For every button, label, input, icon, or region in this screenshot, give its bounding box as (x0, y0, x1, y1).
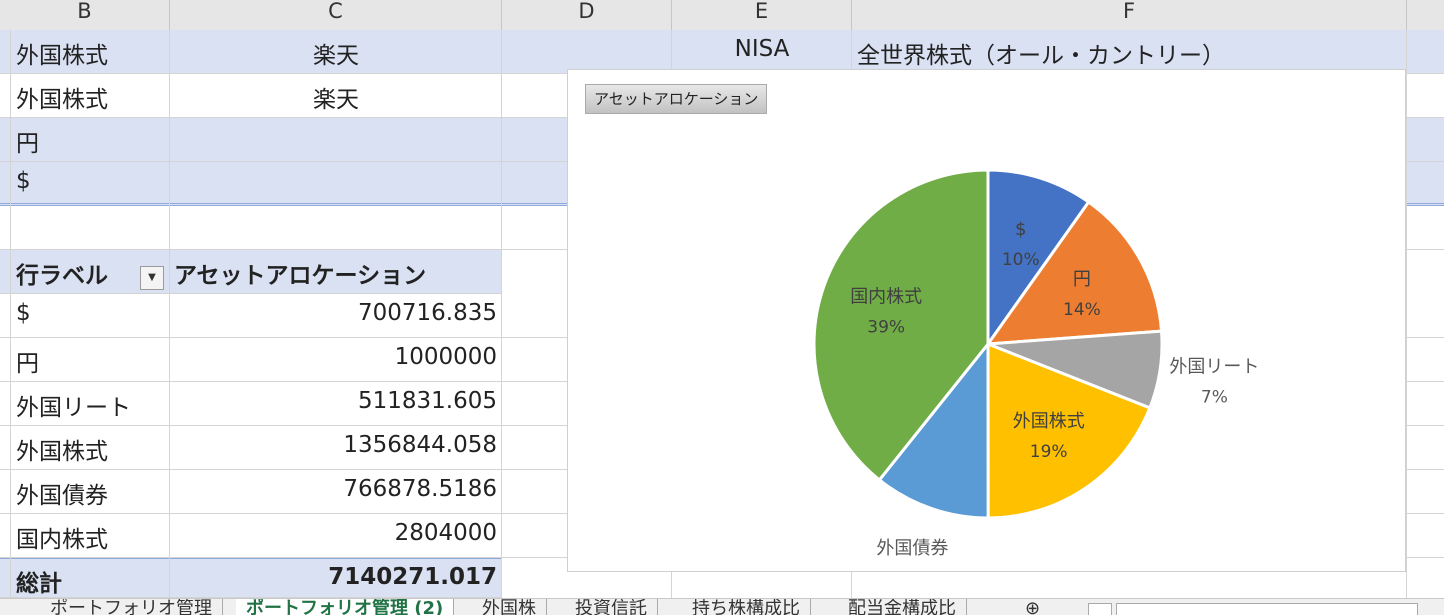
cell-e1[interactable]: NISA (672, 36, 852, 62)
sheet-tab-bar: ポートフォリオ管理 ポートフォリオ管理 (2) 外国株 投資信託 持ち株構成比 … (0, 598, 1444, 615)
pie-slice-percent: 7% (1201, 387, 1228, 407)
column-header-b[interactable]: B (0, 0, 170, 30)
pie-slice-label: 外国株式 (1013, 411, 1085, 432)
pivot-value[interactable]: 1356844.058 (170, 432, 497, 458)
pivot-value[interactable]: 1000000 (170, 344, 497, 370)
cell-c2[interactable]: 楽天 (170, 80, 502, 114)
sheet-tab[interactable]: 投資信託 (565, 599, 658, 615)
pivot-label[interactable]: 円 (16, 344, 39, 378)
pivot-value-header[interactable]: アセットアロケーション (174, 256, 426, 290)
sheet-tab[interactable]: 持ち株構成比 (682, 599, 811, 615)
cell-b2[interactable]: 外国株式 (16, 80, 108, 114)
add-sheet-icon[interactable]: ⊕ (1015, 599, 1050, 615)
grid-line (1406, 30, 1407, 598)
pie-chart[interactable]: アセットアロケーション $10% 円 14% 外国リート 7% 外国株式 19% 外国債券 11… (567, 69, 1406, 589)
cell-b1[interactable]: 外国株式 (16, 36, 108, 70)
pivot-value[interactable]: 700716.835 (170, 300, 497, 326)
pivot-label[interactable]: 外国リート (16, 388, 131, 422)
sheet-tab[interactable]: 配当金構成比 (838, 599, 967, 615)
filter-dropdown-button[interactable]: ▼ (140, 266, 164, 290)
pivot-value[interactable]: 766878.5186 (170, 476, 497, 502)
chart-field-button[interactable]: アセットアロケーション (585, 84, 768, 114)
pivot-total-value[interactable]: 7140271.017 (170, 564, 497, 590)
pie-slice-percent: 10% (1002, 250, 1040, 270)
pie-slice-label: 国内株式 (850, 286, 922, 307)
pivot-row-label-header[interactable]: 行ラベル (16, 256, 108, 290)
pie-slice-label: $ (1015, 219, 1026, 240)
cell-f1[interactable]: 全世界株式（オール・カントリー） (857, 36, 1225, 70)
pie-slice-label: 円 (1073, 269, 1091, 290)
column-header-f[interactable]: F (852, 0, 1407, 30)
grid-line (10, 30, 11, 598)
sheet-tab[interactable]: 外国株 (472, 599, 547, 615)
sheet-tab-active[interactable]: ポートフォリオ管理 (2) (236, 599, 455, 615)
column-header-e[interactable]: E (672, 0, 852, 30)
horizontal-scrollbar[interactable] (1116, 603, 1418, 615)
column-header-c[interactable]: C (170, 0, 502, 30)
cell-c1[interactable]: 楽天 (170, 36, 502, 70)
pivot-value[interactable]: 2804000 (170, 520, 497, 546)
cell-b4[interactable]: $ (16, 168, 31, 194)
pivot-label[interactable]: 外国債券 (16, 476, 108, 510)
pie-slice-percent: 14% (1063, 300, 1101, 320)
pie-slice-percent: 19% (1030, 442, 1068, 462)
grid-line (501, 30, 502, 598)
pie-slice-percent: 39% (867, 317, 905, 337)
column-header-bar: B C D E F (0, 0, 1444, 31)
scroll-left-button[interactable] (1088, 603, 1112, 615)
pie-slice-label: 外国債券 (876, 538, 948, 559)
pivot-value[interactable]: 511831.605 (170, 388, 497, 414)
sheet-tab[interactable]: ポートフォリオ管理 (40, 599, 223, 615)
cell-b3[interactable]: 円 (16, 124, 39, 158)
pivot-total-label[interactable]: 総計 (16, 564, 62, 598)
pivot-label[interactable]: $ (16, 300, 31, 326)
pie-slice-label: 外国リート (1169, 356, 1259, 377)
pie-slice-percent: 11% (893, 569, 931, 571)
column-header-d[interactable]: D (502, 0, 672, 30)
pivot-label[interactable]: 国内株式 (16, 520, 108, 554)
pivot-label[interactable]: 外国株式 (16, 432, 108, 466)
pie-chart-svg: $10% 円 14% 外国リート 7% 外国株式 19% 外国債券 11% 国内株式 39% (812, 168, 1259, 589)
chevron-down-icon: ▼ (148, 272, 156, 283)
